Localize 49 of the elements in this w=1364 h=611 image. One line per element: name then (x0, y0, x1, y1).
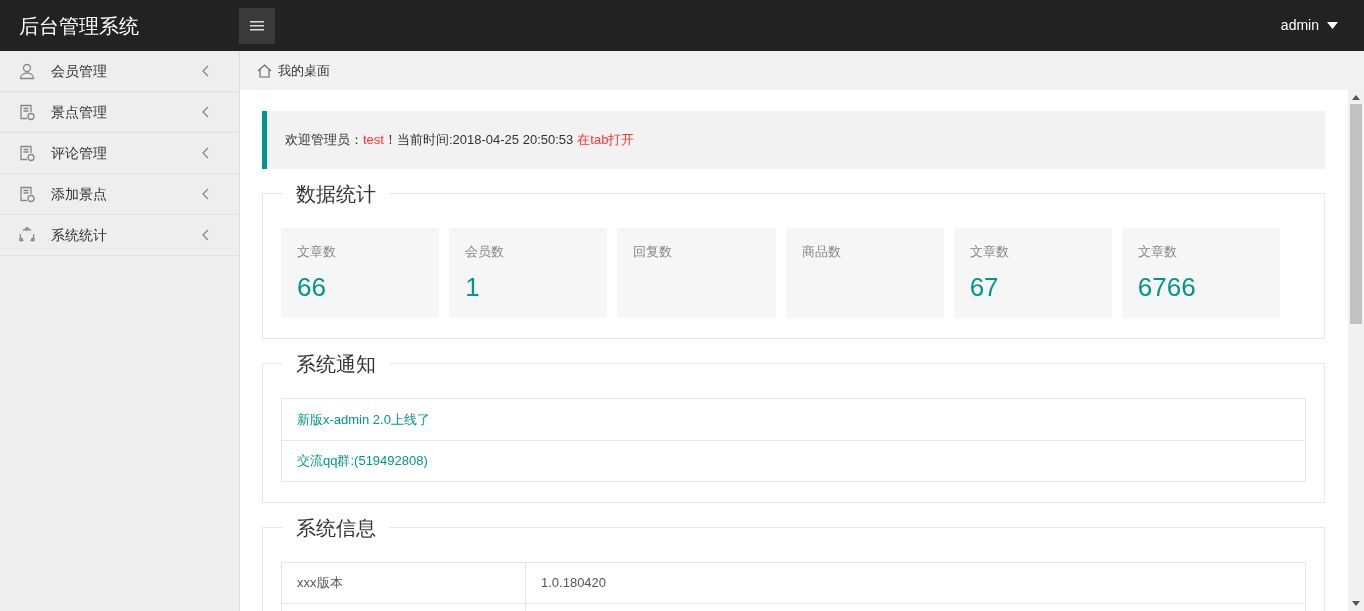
scroll-up-icon (1352, 95, 1360, 100)
home-icon (257, 63, 272, 78)
sidebar-item[interactable]: 添加景点 (0, 174, 239, 215)
app-title: 后台管理系统 (18, 13, 140, 39)
sidebar-item[interactable]: 系统统计 (0, 215, 239, 256)
scrollbar[interactable] (1348, 90, 1364, 611)
chevron-left-icon (201, 65, 209, 77)
table-cell-text: xxx版本 (297, 574, 343, 593)
sidebar-item[interactable]: 景点管理 (0, 92, 239, 133)
user-menu[interactable]: admin (1280, 15, 1319, 36)
stat-label: 文章数 (297, 243, 337, 261)
user-icon (18, 62, 36, 80)
stat-value: 1 (465, 270, 481, 304)
document-icon (18, 144, 36, 162)
sidebar-label: 系统统计 (51, 225, 107, 245)
section-title: 系统通知 (283, 351, 389, 377)
breadcrumb-text[interactable]: 我的桌面 (278, 60, 330, 81)
stat-value: 66 (297, 270, 327, 304)
chevron-left-icon (201, 106, 209, 118)
table-cell-text: 1.0.180420 (541, 574, 607, 593)
document-icon (18, 185, 36, 203)
scrollbar-thumb[interactable] (1350, 104, 1362, 324)
notice-link[interactable]: 交流qq群:(519492808) (297, 451, 428, 471)
sidebar-label: 评论管理 (51, 143, 107, 163)
cycle-icon (18, 226, 36, 244)
chevron-left-icon (201, 188, 209, 200)
menu-icon (250, 20, 264, 31)
section-title: 数据统计 (283, 181, 389, 207)
stat-label: 回复数 (633, 243, 674, 261)
menu-button[interactable] (239, 7, 275, 44)
stat-value: 6766 (1137, 270, 1197, 304)
welcome-text: 欢迎管理员：test！当前时间:2018-04-25 20:50:53 (285, 131, 574, 150)
scroll-down-icon (1352, 601, 1360, 606)
sidebar-item[interactable]: 会员管理 (0, 51, 239, 92)
stat-value: 67 (969, 270, 1000, 304)
chevron-left-icon (201, 147, 209, 159)
sidebar-label: 会员管理 (51, 61, 107, 81)
stat-label: 会员数 (465, 243, 506, 261)
stat-label: 文章数 (969, 243, 1010, 261)
section-title: 系统信息 (283, 515, 389, 541)
stat-label: 商品数 (801, 243, 842, 261)
sidebar-label: 景点管理 (51, 102, 107, 122)
sidebar-label: 添加景点 (51, 184, 107, 204)
sidebar-item[interactable]: 评论管理 (0, 133, 239, 174)
document-icon (18, 103, 36, 121)
caret-icon (1327, 22, 1338, 29)
notice-link[interactable]: 新版x-admin 2.0上线了 (297, 409, 430, 430)
chevron-left-icon (201, 229, 209, 241)
stat-label: 文章数 (1137, 243, 1178, 261)
